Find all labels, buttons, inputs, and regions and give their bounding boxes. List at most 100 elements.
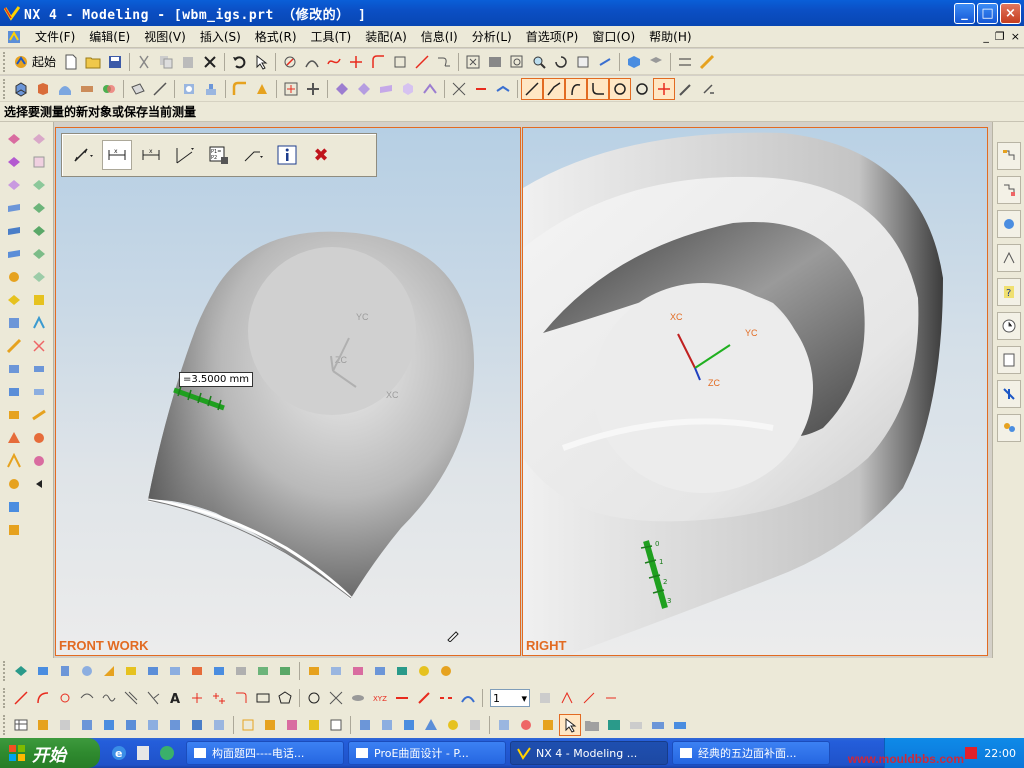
n-sided-surface-icon[interactable]	[397, 78, 419, 100]
menu-insert[interactable]: 插入(S)	[193, 27, 248, 47]
view-orient-icon[interactable]	[32, 714, 54, 736]
hole-icon[interactable]	[178, 78, 200, 100]
sketch-icon[interactable]	[279, 51, 301, 73]
assembly-navigator-icon[interactable]	[996, 142, 1021, 170]
thicken-icon[interactable]	[4, 197, 24, 218]
fillet-tool-icon[interactable]	[587, 77, 609, 100]
snap-midpoint-icon[interactable]	[578, 687, 600, 709]
print-icon[interactable]	[625, 714, 647, 736]
cone-icon[interactable]	[4, 427, 24, 448]
edit-object-icon[interactable]	[464, 714, 486, 736]
view-left-icon[interactable]	[164, 714, 186, 736]
save-measurement-icon[interactable]: P1= P2	[204, 140, 234, 170]
arc-icon[interactable]	[32, 687, 54, 709]
surface-through-curves-icon[interactable]	[331, 78, 353, 100]
helix-icon[interactable]	[120, 687, 142, 709]
restore-button[interactable]: □	[977, 3, 998, 24]
menu-help[interactable]: 帮助(H)	[642, 27, 698, 47]
analysis-icon[interactable]	[413, 660, 435, 682]
part-navigator-icon[interactable]	[996, 176, 1021, 204]
enlarge-icon[interactable]	[4, 312, 24, 333]
pattern-icon[interactable]	[4, 496, 24, 517]
task-button-1[interactable]: 构面题四----电话...	[186, 741, 344, 765]
zoom-in-out-icon[interactable]	[528, 51, 550, 73]
polyline-tool-icon[interactable]	[543, 77, 565, 100]
screen-capture-icon[interactable]	[603, 714, 625, 736]
project-curve-icon[interactable]	[411, 51, 433, 73]
split-curve-icon[interactable]	[435, 687, 457, 709]
groove-feature-icon[interactable]	[142, 660, 164, 682]
process-studio-icon[interactable]	[996, 380, 1021, 408]
edge-blend-icon[interactable]	[229, 78, 251, 100]
edit-feature-icon[interactable]	[4, 128, 24, 149]
wireframe-icon[interactable]	[237, 714, 259, 736]
extrude-icon[interactable]	[10, 78, 32, 100]
hide-icon[interactable]	[354, 714, 376, 736]
menu-assemblies[interactable]: 装配(A)	[358, 27, 414, 47]
cut-icon[interactable]	[133, 51, 155, 73]
plot-icon[interactable]	[647, 714, 669, 736]
close-dialog-icon[interactable]: ✖	[306, 140, 336, 170]
snap-endpoint-icon[interactable]	[600, 687, 622, 709]
scale-body-icon[interactable]	[29, 381, 49, 402]
solid-feature-icon[interactable]	[10, 660, 32, 682]
menu-view[interactable]: 视图(V)	[137, 27, 193, 47]
menu-file[interactable]: 文件(F)	[28, 27, 82, 47]
law-extension-icon[interactable]	[29, 404, 49, 425]
toolbar-grip[interactable]	[3, 661, 7, 681]
law-curve-icon[interactable]	[98, 687, 120, 709]
slot-feature-icon[interactable]	[120, 660, 142, 682]
mdi-close-button[interactable]: ×	[1011, 30, 1020, 43]
point-pattern-icon[interactable]	[208, 687, 230, 709]
menu-information[interactable]: 信息(I)	[414, 27, 465, 47]
boss-icon[interactable]	[200, 78, 222, 100]
minimize-button[interactable]: _	[954, 3, 975, 24]
swept-surface-icon[interactable]	[29, 174, 49, 195]
surface-through-mesh-icon[interactable]	[353, 78, 375, 100]
drafting-icon[interactable]	[696, 51, 718, 73]
document-menu-icon[interactable]	[6, 29, 22, 45]
view-iso-icon[interactable]	[120, 714, 142, 736]
intersect-curve-icon[interactable]	[345, 51, 367, 73]
open-folder-icon[interactable]	[82, 51, 104, 73]
view-bottom-icon[interactable]	[186, 714, 208, 736]
new-file-icon[interactable]	[60, 51, 82, 73]
join-curve-icon[interactable]	[391, 687, 413, 709]
sew-icon[interactable]	[470, 78, 492, 100]
menu-tools[interactable]: 工具(T)	[304, 27, 359, 47]
point-plus-icon[interactable]	[186, 687, 208, 709]
start-menu-button[interactable]: 起始	[32, 53, 56, 70]
fill-surface-icon[interactable]	[29, 220, 49, 241]
point-icon[interactable]	[280, 78, 302, 100]
task-button-4[interactable]: 经典的五边面补面...	[672, 741, 830, 765]
datum-plane-icon[interactable]	[127, 78, 149, 100]
trim-body-icon[interactable]	[448, 78, 470, 100]
render-style-icon[interactable]	[645, 51, 667, 73]
resize-face-icon[interactable]	[347, 660, 369, 682]
xyz-icon[interactable]: XYZ	[369, 687, 391, 709]
show-desktop-icon[interactable]	[158, 744, 176, 762]
ellipse-tool-icon[interactable]	[631, 78, 653, 100]
mdi-restore-button[interactable]: ❐	[995, 30, 1005, 43]
offset-curve-icon[interactable]	[367, 51, 389, 73]
text-icon[interactable]: A	[164, 687, 186, 709]
line-tool-icon[interactable]	[521, 77, 543, 100]
pointer-select-icon[interactable]	[559, 714, 581, 736]
cylinder-icon[interactable]	[4, 473, 24, 494]
paste-icon[interactable]	[177, 51, 199, 73]
extension-icon[interactable]	[419, 78, 441, 100]
point-tool-icon[interactable]	[653, 77, 675, 100]
face-analysis-icon[interactable]	[325, 714, 347, 736]
invert-shown-icon[interactable]	[420, 714, 442, 736]
clock[interactable]: 22:00	[984, 747, 1016, 760]
silhouette-flange-icon[interactable]	[29, 427, 49, 448]
ruled-face-icon[interactable]	[29, 450, 49, 471]
delete-icon[interactable]	[199, 51, 221, 73]
section-curve-icon[interactable]	[347, 687, 369, 709]
undo-icon[interactable]	[228, 51, 250, 73]
offset-face-icon[interactable]	[492, 78, 514, 100]
table-icon[interactable]	[10, 714, 32, 736]
face-blend-icon[interactable]	[29, 289, 49, 310]
web-browser-icon[interactable]	[996, 210, 1021, 238]
circle-icon[interactable]	[303, 687, 325, 709]
